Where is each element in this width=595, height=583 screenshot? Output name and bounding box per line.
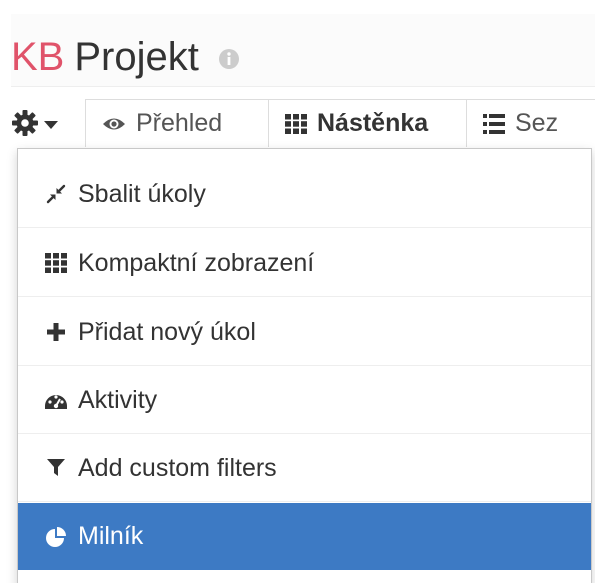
menu-item-label: Sbalit úkoly xyxy=(78,179,206,208)
th-icon xyxy=(285,113,307,134)
menu-item-label: Přidat nový úkol xyxy=(78,317,256,346)
menu-item-collapse-tasks[interactable]: Sbalit úkoly xyxy=(18,161,591,228)
page-header: KB Projekt xyxy=(11,14,595,87)
tab-label: Přehled xyxy=(136,109,223,137)
menu-item-label: Aktivity xyxy=(78,385,158,414)
menu-item-label: Milník xyxy=(78,522,144,550)
menu-item-label: Kompaktní zobrazení xyxy=(78,248,315,277)
caret-down-icon xyxy=(44,120,58,130)
filter-icon xyxy=(44,458,68,478)
menu-item-activities[interactable]: Aktivity xyxy=(18,367,591,434)
tab-label: Sez xyxy=(515,109,559,137)
menu-item-custom-filters[interactable]: Add custom filters xyxy=(18,435,591,502)
view-tabs: Přehled Nástěnka Sez xyxy=(85,99,595,147)
eye-icon xyxy=(102,116,126,132)
pie-chart-icon xyxy=(44,526,68,548)
menu-item-label: Add custom filters xyxy=(78,453,277,482)
tab-list[interactable]: Sez xyxy=(467,99,595,147)
page: KB Projekt Přehled Nástěnka Sez Sbalit ú… xyxy=(0,0,595,583)
settings-dropdown-toggle[interactable] xyxy=(11,109,73,142)
info-circle-icon[interactable] xyxy=(218,34,240,80)
menu-item-add-task[interactable]: Přidat nový úkol xyxy=(18,299,591,366)
menu-item-milestone[interactable]: Milník xyxy=(18,503,591,570)
dashboard-icon xyxy=(44,390,68,410)
menu-item-compact-view[interactable]: Kompaktní zobrazení xyxy=(18,230,591,297)
th-icon xyxy=(44,253,68,273)
tab-board[interactable]: Nástěnka xyxy=(269,99,467,147)
tab-overview[interactable]: Přehled xyxy=(85,99,269,147)
plus-icon xyxy=(44,322,68,342)
settings-dropdown-menu: Sbalit úkoly Kompaktní zobrazení Přidat … xyxy=(17,148,592,583)
list-icon xyxy=(483,113,505,134)
tab-label: Nástěnka xyxy=(317,109,429,137)
gear-icon xyxy=(11,109,39,142)
page-title: KB Projekt xyxy=(11,34,240,80)
title-prefix: KB xyxy=(11,35,65,79)
compress-icon xyxy=(44,184,68,204)
project-name: Projekt xyxy=(74,35,199,79)
